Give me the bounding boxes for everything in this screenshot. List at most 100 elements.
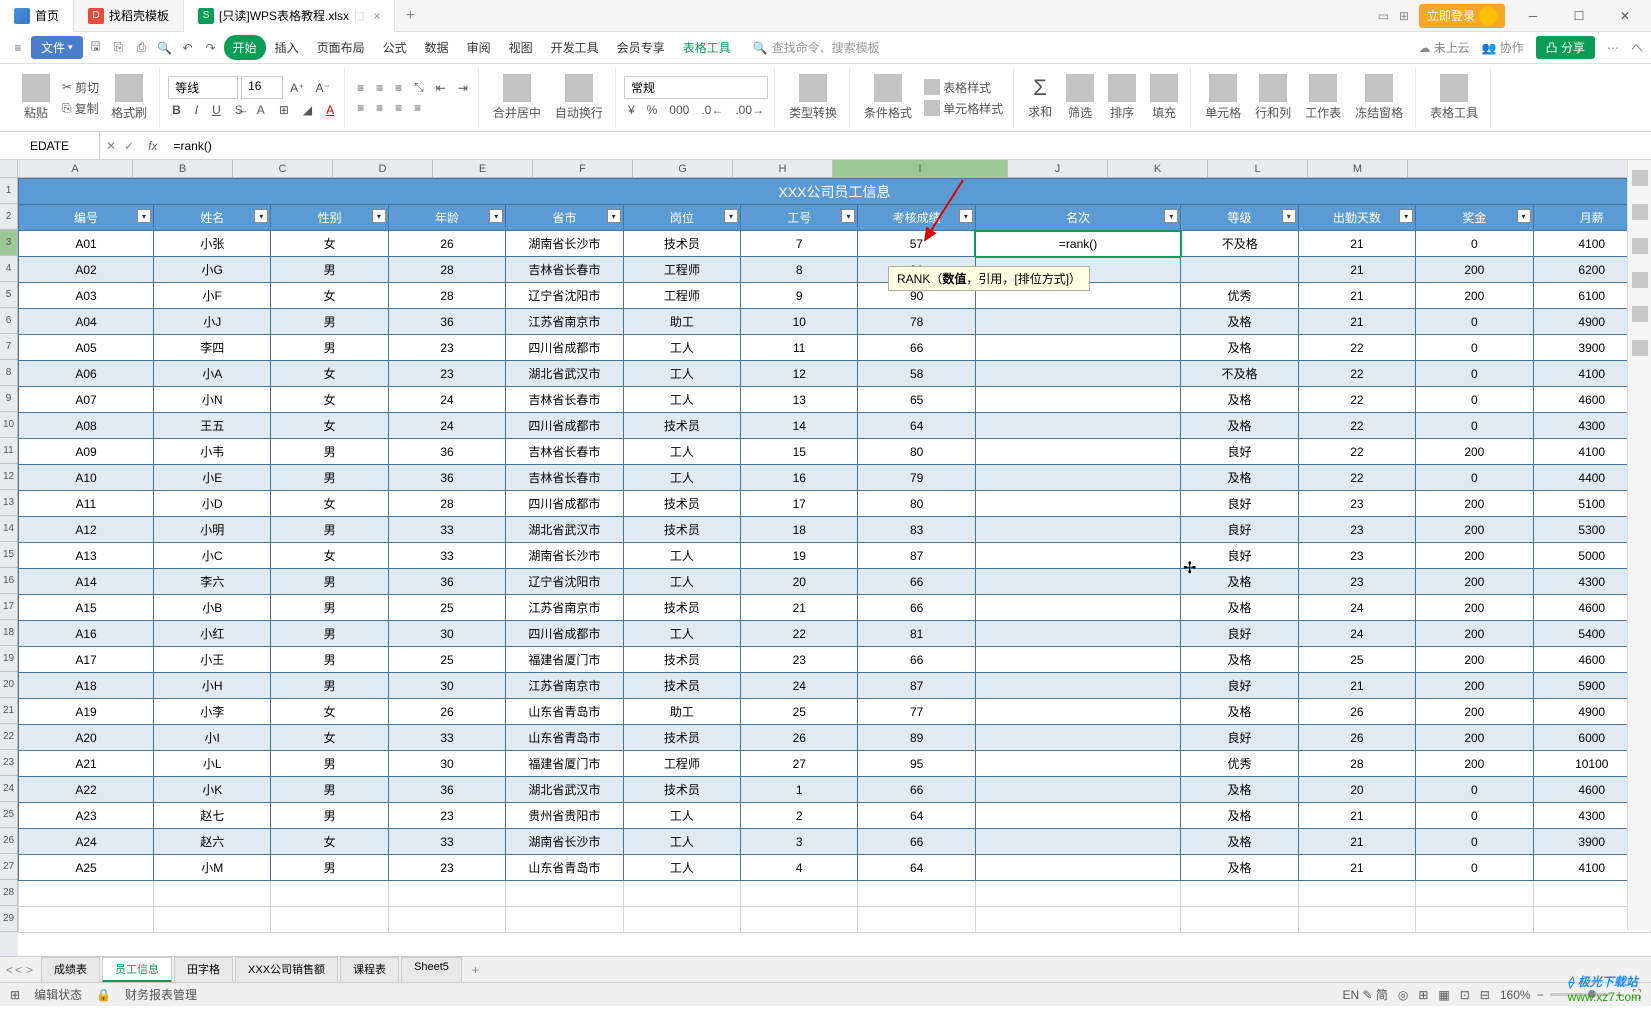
cell[interactable]: 26: [1298, 699, 1415, 725]
cell[interactable]: =rank(): [975, 231, 1180, 257]
cell[interactable]: A24: [19, 829, 154, 855]
panel-icon-4[interactable]: [1632, 272, 1648, 288]
cell[interactable]: 小红: [154, 621, 271, 647]
row-header-19[interactable]: 19: [0, 646, 18, 672]
cell[interactable]: A21: [19, 751, 154, 777]
row-header-25[interactable]: 25: [0, 802, 18, 828]
cell[interactable]: 64: [858, 855, 975, 881]
cell[interactable]: [858, 881, 975, 907]
row-header-9[interactable]: 9: [0, 386, 18, 412]
cell[interactable]: 0: [1416, 855, 1533, 881]
row-header-3[interactable]: 3: [0, 230, 18, 256]
cell[interactable]: [975, 621, 1180, 647]
rowcol-button[interactable]: 行和列: [1249, 72, 1297, 123]
row-header-28[interactable]: 28: [0, 880, 18, 906]
cell[interactable]: 助工: [623, 699, 740, 725]
cell[interactable]: 工人: [623, 829, 740, 855]
cell[interactable]: 吉林省长春市: [506, 465, 623, 491]
cell[interactable]: [975, 439, 1180, 465]
cell[interactable]: 24: [1298, 621, 1415, 647]
panel-icon-6[interactable]: [1632, 340, 1648, 356]
comma-button[interactable]: 000: [665, 101, 693, 119]
cell[interactable]: A19: [19, 699, 154, 725]
menu-开始[interactable]: 开始: [224, 35, 266, 60]
cell[interactable]: 23: [388, 803, 505, 829]
cell[interactable]: 及格: [1181, 335, 1298, 361]
sum-button[interactable]: Σ求和: [1022, 73, 1058, 122]
row-header-8[interactable]: 8: [0, 360, 18, 386]
close-icon[interactable]: ×: [373, 9, 380, 23]
filter-button[interactable]: ▾: [1517, 209, 1531, 223]
cell[interactable]: [975, 855, 1180, 881]
cell[interactable]: 36: [388, 309, 505, 335]
cell[interactable]: 200: [1416, 699, 1533, 725]
cell[interactable]: 21: [1298, 803, 1415, 829]
cell[interactable]: 及格: [1181, 413, 1298, 439]
cell[interactable]: A16: [19, 621, 154, 647]
cell[interactable]: 2: [741, 803, 858, 829]
italic-button[interactable]: I: [191, 101, 202, 119]
cell[interactable]: A22: [19, 777, 154, 803]
header-等级[interactable]: 等级▾: [1181, 205, 1298, 231]
align-left-button[interactable]: ≡: [353, 99, 368, 117]
cell[interactable]: 及格: [1181, 387, 1298, 413]
font-size-select[interactable]: 16: [241, 76, 283, 99]
cell[interactable]: 20: [1298, 777, 1415, 803]
cell[interactable]: 男: [271, 335, 388, 361]
cell[interactable]: 湖北省武汉市: [506, 361, 623, 387]
cell[interactable]: 小L: [154, 751, 271, 777]
row-header-17[interactable]: 17: [0, 594, 18, 620]
cell[interactable]: 小李: [154, 699, 271, 725]
cell[interactable]: 200: [1416, 283, 1533, 309]
cell[interactable]: [975, 881, 1180, 907]
cell[interactable]: 23: [1298, 491, 1415, 517]
cell[interactable]: 30: [388, 751, 505, 777]
cell[interactable]: 小D: [154, 491, 271, 517]
cell[interactable]: 22: [741, 621, 858, 647]
row-header-27[interactable]: 27: [0, 854, 18, 880]
col-header-M[interactable]: M: [1308, 160, 1408, 177]
cell[interactable]: 优秀: [1181, 751, 1298, 777]
copy-button[interactable]: ⎘复制: [58, 98, 103, 119]
cell[interactable]: [623, 881, 740, 907]
cell[interactable]: 13: [741, 387, 858, 413]
cell[interactable]: 18: [741, 517, 858, 543]
cell[interactable]: 0: [1416, 231, 1533, 257]
cell[interactable]: 3: [741, 829, 858, 855]
preview-icon[interactable]: 🔍: [155, 38, 175, 58]
header-编号[interactable]: 编号▾: [19, 205, 154, 231]
cell[interactable]: 及格: [1181, 829, 1298, 855]
sheet-tab-成绩表[interactable]: 成绩表: [41, 957, 100, 982]
cell[interactable]: 良好: [1181, 517, 1298, 543]
doc-icon[interactable]: ⊞: [10, 988, 20, 1002]
cell[interactable]: 不及格: [1181, 231, 1298, 257]
filter-button[interactable]: ▾: [607, 209, 621, 223]
header-出勤天数[interactable]: 出勤天数▾: [1298, 205, 1415, 231]
cell[interactable]: 工人: [623, 465, 740, 491]
cell[interactable]: [271, 907, 388, 933]
cell[interactable]: 95: [858, 751, 975, 777]
justify-button[interactable]: ≡: [410, 99, 425, 117]
font-select[interactable]: 等线: [168, 76, 238, 99]
cell[interactable]: 66: [858, 595, 975, 621]
header-名次[interactable]: 名次▾: [975, 205, 1180, 231]
cell[interactable]: 19: [741, 543, 858, 569]
cell[interactable]: A09: [19, 439, 154, 465]
cell[interactable]: 江苏省南京市: [506, 673, 623, 699]
next-sheet-icon[interactable]: >: [26, 963, 33, 977]
cell[interactable]: 山东省青岛市: [506, 699, 623, 725]
cell[interactable]: [975, 595, 1180, 621]
cell[interactable]: [388, 907, 505, 933]
report-mgr[interactable]: 财务报表管理: [125, 986, 197, 1003]
cell[interactable]: 27: [741, 751, 858, 777]
filter-button[interactable]: ▾: [841, 209, 855, 223]
bold-button[interactable]: B: [168, 101, 185, 119]
cell[interactable]: 21: [1298, 855, 1415, 881]
cell[interactable]: 及格: [1181, 465, 1298, 491]
cell[interactable]: 及格: [1181, 595, 1298, 621]
table-tools-button[interactable]: 表格工具: [1424, 72, 1484, 123]
cell[interactable]: 23: [1298, 569, 1415, 595]
save-icon[interactable]: 🖫: [86, 38, 106, 58]
cell[interactable]: 200: [1416, 543, 1533, 569]
tab-add-button[interactable]: +: [395, 7, 425, 25]
